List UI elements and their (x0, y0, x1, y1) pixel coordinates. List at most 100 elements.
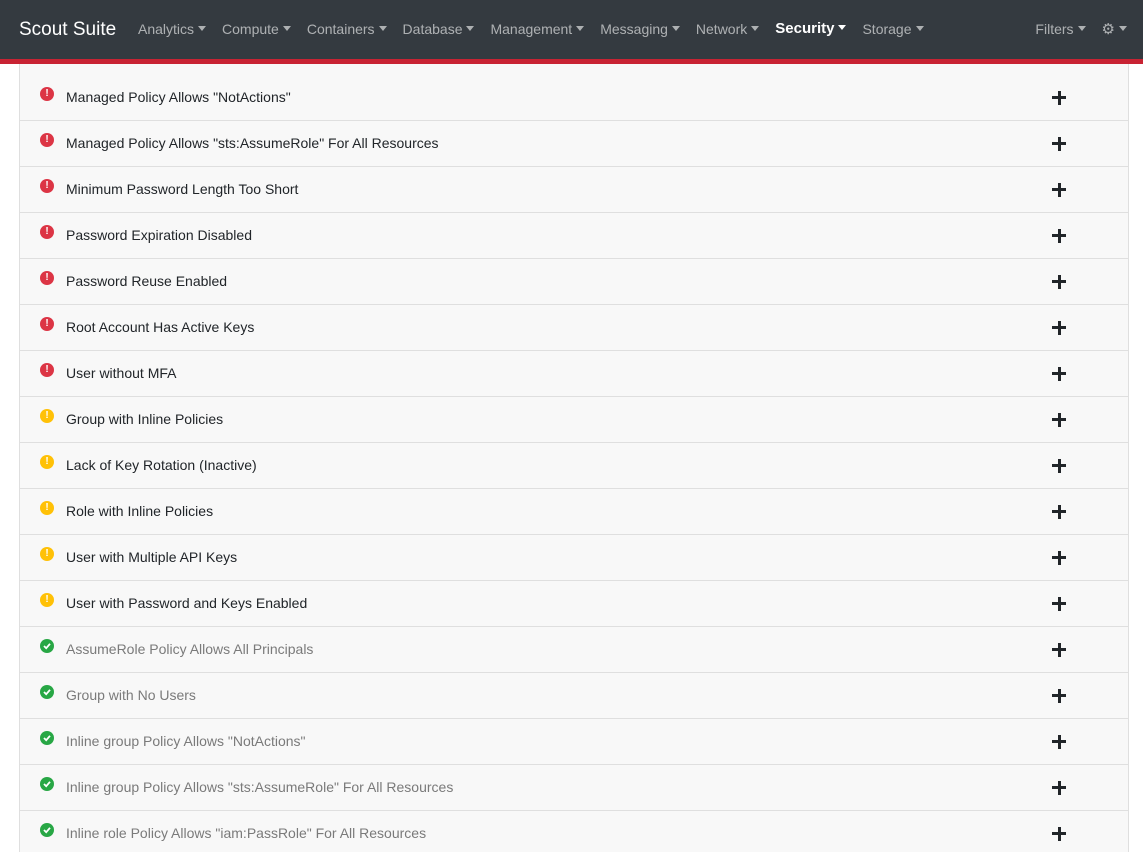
finding-label: AssumeRole Policy Allows All Principals (66, 641, 314, 657)
finding-row[interactable]: ! Managed Policy Allows "NotActions" (20, 64, 1128, 121)
finding-row[interactable]: ! Role with Inline Policies (20, 489, 1128, 535)
filters-dropdown[interactable]: Filters (1035, 19, 1086, 40)
expand-plus-icon[interactable] (1052, 827, 1066, 841)
finding-label: Password Reuse Enabled (66, 273, 228, 289)
finding-row-content: ! Root Account Has Active Keys (20, 304, 1128, 350)
finding-row-content: ! Lack of Key Rotation (Inactive) (20, 442, 1128, 488)
finding-row[interactable]: ! Root Account Has Active Keys (20, 305, 1128, 351)
danger-exclamation-icon: ! (40, 317, 54, 331)
finding-row[interactable]: ! User with Multiple API Keys (20, 535, 1128, 581)
finding-row[interactable]: AssumeRole Policy Allows All Principals (20, 627, 1128, 673)
nav-security[interactable]: Security (767, 19, 854, 41)
finding-label: Inline group Policy Allows "sts:AssumeRo… (66, 779, 454, 795)
finding-label: Password Expiration Disabled (66, 227, 252, 243)
nav-network[interactable]: Network (688, 19, 767, 41)
finding-label: Minimum Password Length Too Short (66, 181, 299, 197)
top-navbar: Scout Suite Analytics Compute Containers… (0, 0, 1143, 64)
expand-plus-icon[interactable] (1052, 781, 1066, 795)
nav-storage[interactable]: Storage (854, 19, 931, 41)
finding-row[interactable]: Inline group Policy Allows "sts:AssumeRo… (20, 765, 1128, 811)
finding-label: Managed Policy Allows "sts:AssumeRole" F… (66, 135, 439, 151)
finding-row[interactable]: ! User with Password and Keys Enabled (20, 581, 1128, 627)
nav-network-label: Network (695, 21, 748, 37)
finding-row-content: Inline role Policy Allows "iam:PassRole"… (20, 810, 1128, 852)
check-circle-icon (40, 685, 54, 699)
finding-label: Managed Policy Allows "NotActions" (66, 89, 291, 105)
check-circle-icon (40, 639, 54, 653)
finding-row-content: ! Minimum Password Length Too Short (20, 166, 1128, 212)
finding-row-content: ! User with Multiple API Keys (20, 534, 1128, 580)
expand-plus-icon[interactable] (1052, 689, 1066, 703)
finding-label: Root Account Has Active Keys (66, 319, 255, 335)
finding-row[interactable]: ! Managed Policy Allows "sts:AssumeRole" … (20, 121, 1128, 167)
finding-row-content: Inline group Policy Allows "NotActions" (20, 718, 1128, 764)
finding-row-content: Inline group Policy Allows "sts:AssumeRo… (20, 764, 1128, 810)
finding-row-content: Group with No Users (20, 672, 1128, 718)
expand-plus-icon[interactable] (1052, 735, 1066, 749)
danger-exclamation-icon: ! (40, 179, 54, 193)
service-menu: Analytics Compute Containers Database Ma… (130, 19, 932, 41)
expand-plus-icon[interactable] (1052, 91, 1066, 105)
caret-down-icon (1119, 26, 1127, 31)
finding-row[interactable]: ! Password Expiration Disabled (20, 213, 1128, 259)
caret-down-icon (1077, 26, 1086, 31)
expand-plus-icon[interactable] (1052, 275, 1066, 289)
expand-plus-icon[interactable] (1052, 413, 1066, 427)
danger-exclamation-icon: ! (40, 87, 54, 101)
caret-down-icon (671, 26, 680, 31)
finding-row-content: ! User without MFA (20, 350, 1128, 396)
finding-row[interactable]: ! Lack of Key Rotation (Inactive) (20, 443, 1128, 489)
finding-row-content: ! Password Reuse Enabled (20, 258, 1128, 304)
expand-plus-icon[interactable] (1052, 597, 1066, 611)
danger-exclamation-icon: ! (40, 271, 54, 285)
settings-dropdown[interactable]: ⚙ (1102, 19, 1127, 40)
finding-label: Lack of Key Rotation (Inactive) (66, 457, 257, 473)
nav-analytics[interactable]: Analytics (130, 19, 214, 41)
expand-plus-icon[interactable] (1052, 321, 1066, 335)
finding-row[interactable]: Inline group Policy Allows "NotActions" (20, 719, 1128, 765)
danger-exclamation-icon: ! (40, 363, 54, 377)
brand-link[interactable]: Scout Suite (19, 19, 116, 41)
finding-row-content: ! Role with Inline Policies (20, 488, 1128, 534)
finding-row[interactable]: Inline role Policy Allows "iam:PassRole"… (20, 811, 1128, 852)
nav-database-label: Database (402, 21, 463, 37)
check-circle-icon (40, 823, 54, 837)
expand-plus-icon[interactable] (1052, 643, 1066, 657)
finding-label: User without MFA (66, 365, 177, 381)
nav-compute[interactable]: Compute (214, 19, 299, 41)
finding-label: User with Multiple API Keys (66, 549, 238, 565)
finding-row-content: AssumeRole Policy Allows All Principals (20, 626, 1128, 672)
nav-compute-label: Compute (222, 21, 279, 37)
warning-exclamation-icon: ! (40, 455, 54, 469)
finding-row[interactable]: Group with No Users (20, 673, 1128, 719)
caret-down-icon (282, 26, 291, 31)
expand-plus-icon[interactable] (1052, 505, 1066, 519)
caret-down-icon (378, 26, 387, 31)
finding-row-content: ! Password Expiration Disabled (20, 212, 1128, 258)
finding-row[interactable]: ! Group with Inline Policies (20, 397, 1128, 443)
caret-down-icon (751, 26, 760, 31)
expand-plus-icon[interactable] (1052, 367, 1066, 381)
caret-down-icon (838, 25, 847, 30)
warning-exclamation-icon: ! (40, 593, 54, 607)
nav-analytics-label: Analytics (138, 21, 195, 37)
finding-label: User with Password and Keys Enabled (66, 595, 308, 611)
expand-plus-icon[interactable] (1052, 229, 1066, 243)
nav-database[interactable]: Database (395, 19, 483, 41)
nav-containers[interactable]: Containers (299, 19, 395, 41)
nav-management[interactable]: Management (482, 19, 592, 41)
finding-label: Group with No Users (66, 687, 196, 703)
findings-list: ! Managed Policy Allows "NotActions"! Mana… (19, 64, 1129, 852)
finding-row[interactable]: ! Password Reuse Enabled (20, 259, 1128, 305)
nav-messaging[interactable]: Messaging (592, 19, 688, 41)
caret-down-icon (466, 26, 475, 31)
expand-plus-icon[interactable] (1052, 137, 1066, 151)
danger-exclamation-icon: ! (40, 133, 54, 147)
expand-plus-icon[interactable] (1052, 183, 1066, 197)
finding-row[interactable]: ! User without MFA (20, 351, 1128, 397)
expand-plus-icon[interactable] (1052, 459, 1066, 473)
finding-row[interactable]: ! Minimum Password Length Too Short (20, 167, 1128, 213)
warning-exclamation-icon: ! (40, 501, 54, 515)
nav-messaging-label: Messaging (600, 21, 668, 37)
expand-plus-icon[interactable] (1052, 551, 1066, 565)
